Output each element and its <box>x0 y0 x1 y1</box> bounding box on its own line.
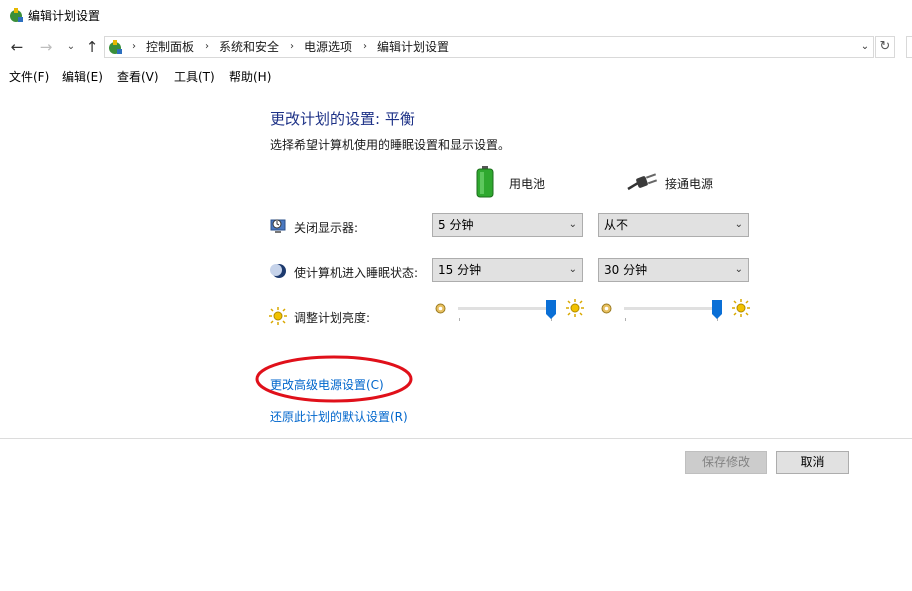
up-arrow-icon[interactable]: ↑ <box>83 37 101 57</box>
menu-help[interactable]: 帮助(H) <box>229 67 271 87</box>
chevron-down-icon: ⌄ <box>734 219 743 230</box>
menu-file[interactable]: 文件(F) <box>9 67 49 87</box>
chevron-right-icon: › <box>132 41 136 52</box>
display-off-battery-value: 5 分钟 <box>438 218 474 232</box>
sleep-label: 使计算机进入睡眠状态: <box>294 266 419 280</box>
search-box[interactable] <box>906 36 912 58</box>
breadcrumb-control-panel[interactable]: 控制面板 <box>146 38 194 56</box>
breadcrumb-system-security[interactable]: 系统和安全 <box>219 38 279 56</box>
chevron-down-icon: ⌄ <box>568 264 577 275</box>
chevron-right-icon[interactable]: › <box>363 38 367 56</box>
sleep-plugged-select[interactable]: 30 分钟 ⌄ <box>598 258 749 282</box>
cancel-button[interactable]: 取消 <box>776 451 849 474</box>
control-panel-icon <box>109 40 122 54</box>
battery-icon <box>476 166 494 198</box>
bright-sun-icon <box>732 299 750 317</box>
breadcrumb-edit-plan[interactable]: 编辑计划设置 <box>377 38 449 56</box>
breadcrumb-power-options[interactable]: 电源选项 <box>304 38 352 56</box>
bright-sun-icon <box>566 299 584 317</box>
chevron-down-icon: ⌄ <box>734 264 743 275</box>
menu-edit[interactable]: 编辑(E) <box>62 67 103 87</box>
brightness-battery-slider[interactable] <box>458 300 557 326</box>
brightness-label: 调整计划亮度: <box>294 311 371 325</box>
divider <box>0 438 912 439</box>
restore-defaults-link[interactable]: 还原此计划的默认设置(R) <box>270 408 408 425</box>
title-bar: 编辑计划设置 <box>0 0 912 32</box>
chevron-right-icon[interactable]: › <box>290 38 294 56</box>
display-off-plugged-select[interactable]: 从不 ⌄ <box>598 213 749 237</box>
slider-tick <box>459 318 460 321</box>
save-changes-button[interactable]: 保存修改 <box>685 451 767 474</box>
annotation-ellipse <box>255 355 413 403</box>
menu-tools[interactable]: 工具(T) <box>174 67 215 87</box>
brightness-sun-icon <box>269 307 287 325</box>
display-off-label: 关闭显示器: <box>294 221 359 235</box>
forward-arrow-icon[interactable]: → <box>37 37 55 57</box>
chevron-right-icon[interactable]: › <box>205 38 209 56</box>
menu-view[interactable]: 查看(V) <box>117 67 159 87</box>
sleep-plugged-value: 30 分钟 <box>604 263 648 277</box>
display-off-battery-select[interactable]: 5 分钟 ⌄ <box>432 213 583 237</box>
display-off-plugged-value: 从不 <box>604 218 629 232</box>
chevron-down-icon[interactable]: ⌄ <box>62 37 80 57</box>
sleep-battery-select[interactable]: 15 分钟 ⌄ <box>432 258 583 282</box>
page-title: 更改计划的设置: 平衡 <box>270 110 415 128</box>
power-plug-icon <box>627 173 658 191</box>
chevron-down-icon: ⌄ <box>568 219 577 230</box>
power-options-icon <box>10 8 23 22</box>
page-subtitle: 选择希望计算机使用的睡眠设置和显示设置。 <box>270 138 511 152</box>
back-arrow-icon[interactable]: ← <box>8 37 26 57</box>
moon-icon <box>270 264 286 278</box>
slider-track <box>624 307 720 310</box>
window-title: 编辑计划设置 <box>28 9 101 23</box>
monitor-clock-icon <box>270 219 286 233</box>
address-dropdown-icon[interactable]: ⌄ <box>857 37 873 57</box>
sleep-battery-value: 15 分钟 <box>438 263 482 277</box>
column-plugged-label: 接通电源 <box>665 177 714 191</box>
brightness-plugged-thumb[interactable] <box>711 300 723 320</box>
dim-sun-icon <box>435 303 446 314</box>
slider-track <box>458 307 554 310</box>
dim-sun-icon <box>601 303 612 314</box>
slider-tick <box>625 318 626 321</box>
brightness-plugged-slider[interactable] <box>624 300 723 326</box>
brightness-battery-thumb[interactable] <box>545 300 557 320</box>
column-battery-label: 用电池 <box>509 177 546 191</box>
refresh-icon[interactable]: ↻ <box>875 36 895 58</box>
